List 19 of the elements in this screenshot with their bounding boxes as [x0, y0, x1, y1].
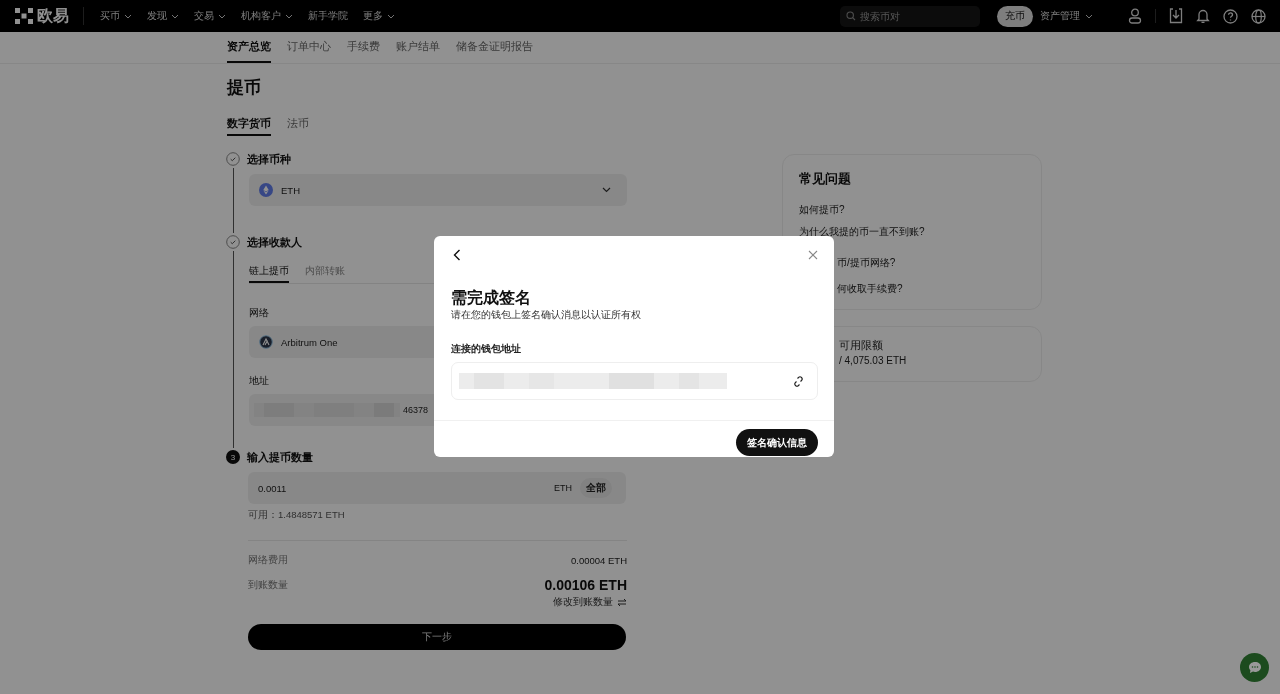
- fee-label: 网络费用: [248, 553, 288, 567]
- step-title: 选择收款人: [247, 234, 302, 250]
- available-balance: 可用：1.4848571 ETH: [248, 509, 346, 522]
- fee-value: 0.00106 ETH: [544, 577, 627, 593]
- unit-label: ETH: [554, 483, 572, 493]
- faq-title: 常见问题: [799, 171, 851, 188]
- page-title: 提币: [227, 78, 262, 98]
- fee-value: 0.00004 ETH: [571, 554, 627, 566]
- limit-value: / 4,075.03 ETH: [839, 355, 908, 366]
- dialog-title: 需完成签名: [451, 288, 532, 308]
- step-number: 3: [226, 450, 240, 464]
- field-label: 连接的钱包地址: [451, 343, 522, 356]
- step-title: 输入提币数量: [247, 449, 313, 465]
- fee-label: 到账数量: [248, 578, 288, 592]
- step-title: 选择币种: [247, 151, 291, 167]
- field-label: 地址: [249, 374, 269, 388]
- limit-title: 可用限额: [839, 339, 884, 353]
- field-label: 网络: [249, 306, 269, 320]
- dialog-subtitle: 请在您的钱包上签名确认消息以认证所有权: [451, 309, 642, 322]
